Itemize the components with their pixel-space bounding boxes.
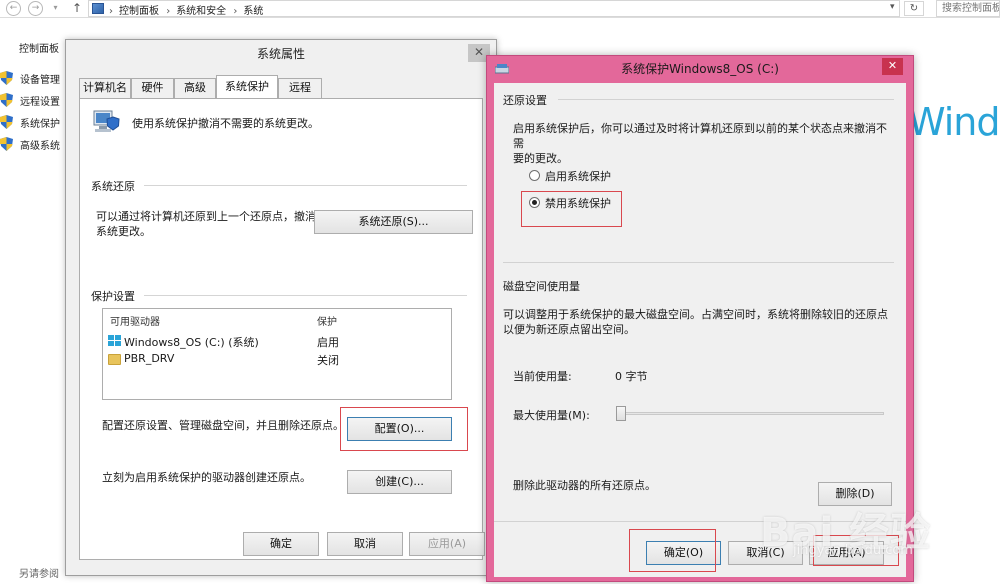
restore-settings-heading: 还原设置 [503, 94, 547, 107]
breadcrumb-chevron-icon: › [109, 6, 113, 17]
address-box[interactable]: › 控制面板 › 系统和安全 › 系统 [88, 0, 900, 17]
link-label: 远程设置 [20, 97, 60, 108]
disable-protection-label[interactable]: 禁用系统保护 [545, 195, 611, 211]
text-line: 以便为新还原点留出空间。 [503, 323, 635, 336]
max-usage-slider[interactable] [616, 412, 884, 415]
breadcrumb-item[interactable]: 控制面板 [119, 6, 159, 17]
dialog-title: 系统属性 [66, 40, 496, 68]
enable-protection-radio[interactable] [529, 170, 540, 181]
section-divider [503, 262, 894, 263]
max-usage-label: 最大使用量(M): [513, 409, 590, 422]
drive-row-c[interactable]: Windows8_OS (C:) (系统) 启用 [103, 333, 451, 350]
restore-settings-description: 启用系统保护后，你可以通过及时将计算机还原到以前的某个状态点来撤消不需 要的更改… [513, 121, 893, 166]
protection-settings-heading: 保护设置 [91, 290, 135, 303]
cancel-button[interactable]: 取消 [327, 532, 403, 556]
create-text: 立刻为启用系统保护的驱动器创建还原点。 [102, 471, 311, 484]
text-line: 系统更改。 [96, 225, 151, 238]
windows-brand-text: Windo [908, 100, 1000, 144]
dialog-title: 系统保护Windows8_OS (C:) [621, 62, 779, 76]
max-usage-slider-thumb[interactable] [616, 406, 626, 421]
system-restore-button[interactable]: 系统还原(S)... [314, 210, 473, 234]
refresh-icon[interactable]: ↻ [904, 1, 924, 16]
history-chevron-icon[interactable]: ▾ [48, 1, 63, 16]
windows-drive-icon [108, 335, 121, 346]
close-icon[interactable]: ✕ [882, 58, 903, 75]
disable-protection-radio[interactable] [529, 197, 540, 208]
control-panel-icon [92, 3, 104, 14]
uac-shield-icon [0, 137, 13, 151]
drive-row-pbr[interactable]: PBR_DRV 关闭 [103, 351, 451, 368]
back-arrow-icon[interactable]: ← [6, 1, 21, 16]
uac-shield-icon [0, 115, 13, 129]
link-label: 高级系统 [20, 141, 60, 152]
configure-button[interactable]: 配置(O)... [347, 417, 452, 441]
tab-hardware[interactable]: 硬件 [131, 78, 174, 98]
text-line: 要的更改。 [513, 152, 568, 165]
see-also-heading: 另请参阅 [19, 569, 59, 580]
text-line: 可以通过将计算机还原到上一个还原点，撤消 [96, 210, 316, 223]
tab-system-protection[interactable]: 系统保护 [216, 75, 278, 98]
apply-button[interactable]: 应用(A) [409, 532, 485, 556]
forward-arrow-icon[interactable]: → [28, 1, 43, 16]
uac-shield-icon [0, 71, 13, 85]
breadcrumb-chevron-icon: › [166, 6, 171, 17]
tab-advanced[interactable]: 高级 [174, 78, 216, 98]
address-dropdown-icon[interactable]: ▾ [890, 2, 895, 12]
drive-name: Windows8_OS (C:) (系统) [124, 336, 259, 349]
disk-usage-description: 可以调整用于系统保护的最大磁盘空间。占满空间时，系统将删除较旧的还原点 以便为新… [503, 307, 898, 337]
ok-button[interactable]: 确定(O) [646, 541, 721, 565]
drive-name: PBR_DRV [124, 352, 175, 365]
control-panel-home-link[interactable]: 控制面板 [19, 40, 59, 55]
breadcrumb-item[interactable]: 系统和安全 [176, 6, 226, 17]
folder-drive-icon [108, 354, 121, 365]
column-header-drive[interactable]: 可用驱动器 [110, 313, 160, 328]
baidu-watermark-url: jingyan.baidu.com [793, 543, 913, 558]
current-usage-label: 当前使用量: [513, 370, 572, 383]
system-restore-text: 可以通过将计算机还原到上一个还原点，撤消 系统更改。 [96, 209, 316, 239]
drive-protection-status: 关闭 [317, 354, 339, 367]
current-usage-value: 0 字节 [615, 370, 648, 383]
enable-protection-label[interactable]: 启用系统保护 [545, 168, 611, 184]
system-protection-icon [93, 110, 120, 132]
search-input[interactable]: 搜索控制面板 [936, 0, 1000, 17]
link-label: 系统保护 [20, 119, 60, 130]
link-label: 设备管理 [20, 75, 60, 86]
text-line: 启用系统保护后，你可以通过及时将计算机还原到以前的某个状态点来撤消不需 [513, 122, 887, 150]
uac-shield-icon [0, 93, 13, 107]
breadcrumb-chevron-icon: › [233, 6, 238, 17]
tab-remote[interactable]: 远程 [278, 78, 322, 98]
column-header-protection[interactable]: 保护 [317, 313, 337, 328]
delete-points-text: 删除此驱动器的所有还原点。 [513, 479, 656, 492]
disk-usage-heading: 磁盘空间使用量 [503, 280, 580, 293]
system-properties-dialog: 系统属性 ✕ 计算机名 硬件 高级 系统保护 远程 使用系统保护撤消不需要的系统… [65, 39, 497, 576]
group-divider [558, 99, 894, 100]
protection-intro-text: 使用系统保护撤消不需要的系统更改。 [132, 117, 319, 130]
group-divider [144, 185, 467, 186]
up-arrow-icon[interactable]: ↑ [72, 1, 82, 15]
drive-protection-status: 启用 [317, 336, 339, 349]
breadcrumb: › 控制面板 › 系统和安全 › 系统 [109, 2, 267, 17]
text-line: 可以调整用于系统保护的最大磁盘空间。占满空间时，系统将删除较旧的还原点 [503, 308, 888, 321]
configure-text: 配置还原设置、管理磁盘空间，并且删除还原点。 [102, 419, 344, 432]
system-restore-heading: 系统还原 [91, 180, 135, 193]
breadcrumb-item[interactable]: 系统 [243, 6, 263, 17]
group-divider [144, 295, 467, 296]
tab-computer-name[interactable]: 计算机名 [79, 78, 131, 98]
explorer-address-bar: ← → ▾ ↑ › 控制面板 › 系统和安全 › 系统 ▾ ↻ 搜索控制面板 [0, 0, 1000, 18]
ok-button[interactable]: 确定 [243, 532, 319, 556]
create-button[interactable]: 创建(C)... [347, 470, 452, 494]
drive-list[interactable]: 可用驱动器 保护 Windows8_OS (C:) (系统) 启用 PBR_DR… [102, 308, 452, 400]
